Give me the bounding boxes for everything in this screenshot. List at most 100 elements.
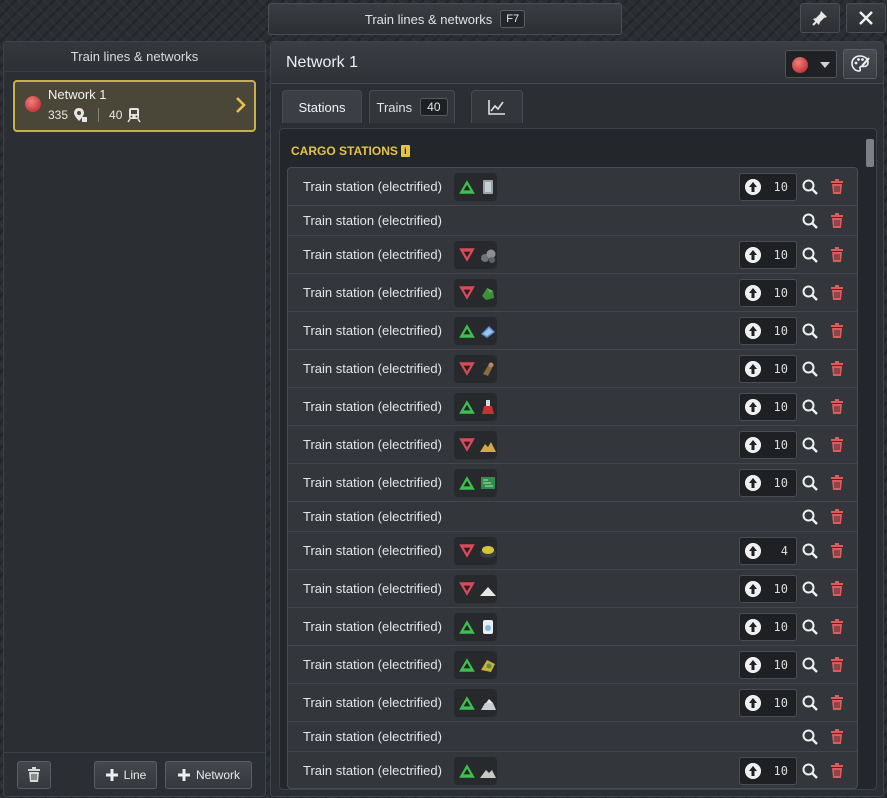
- demand-arrow-icon: [459, 438, 475, 452]
- delete-station-button[interactable]: [827, 321, 847, 341]
- station-row[interactable]: Train station (electrified) 10: [288, 312, 857, 350]
- locate-button[interactable]: [800, 617, 820, 637]
- priority-stepper[interactable]: 10: [739, 757, 797, 785]
- station-row[interactable]: Train station (electrified) 10: [288, 236, 857, 274]
- station-row[interactable]: Train station (electrified) 10: [288, 570, 857, 608]
- delete-station-button[interactable]: [827, 397, 847, 417]
- priority-stepper[interactable]: 10: [739, 651, 797, 679]
- priority-stepper[interactable]: 10: [739, 173, 797, 201]
- delete-station-button[interactable]: [827, 507, 847, 527]
- priority-stepper[interactable]: 10: [739, 469, 797, 497]
- tab-statistics[interactable]: [471, 90, 523, 123]
- add-network-button[interactable]: Network: [165, 761, 252, 789]
- tab-trains[interactable]: Trains 40: [369, 90, 455, 123]
- stations-scrollbar[interactable]: [866, 139, 874, 167]
- arrow-up-icon[interactable]: [745, 475, 761, 491]
- locate-button[interactable]: [800, 397, 820, 417]
- station-row[interactable]: Train station (electrified) 10: [288, 274, 857, 312]
- arrow-up-icon[interactable]: [745, 657, 761, 673]
- locate-button[interactable]: [800, 507, 820, 527]
- station-row[interactable]: Train station (electrified) 4: [288, 532, 857, 570]
- priority-stepper[interactable]: 10: [739, 241, 797, 269]
- station-row[interactable]: Train station (electrified) 10: [288, 168, 857, 206]
- priority-value: 10: [773, 286, 788, 300]
- priority-value: 10: [773, 764, 788, 778]
- station-row[interactable]: Train station (electrified) 10: [288, 426, 857, 464]
- station-row[interactable]: Train station (electrified) 10: [288, 684, 857, 722]
- delete-station-button[interactable]: [827, 359, 847, 379]
- locate-button[interactable]: [800, 435, 820, 455]
- station-row[interactable]: Train station (electrified) 10: [288, 752, 857, 789]
- trash-icon: [831, 543, 843, 558]
- arrow-up-icon[interactable]: [745, 763, 761, 779]
- locate-button[interactable]: [800, 579, 820, 599]
- priority-stepper[interactable]: 10: [739, 431, 797, 459]
- add-line-button[interactable]: Line: [94, 761, 157, 789]
- delete-network-button[interactable]: [17, 761, 51, 789]
- locate-button[interactable]: [800, 245, 820, 265]
- priority-stepper[interactable]: 10: [739, 317, 797, 345]
- station-row[interactable]: Train station (electrified): [288, 206, 857, 236]
- locate-button[interactable]: [800, 321, 820, 341]
- locate-button[interactable]: [800, 211, 820, 231]
- station-row[interactable]: Train station (electrified) 10: [288, 646, 857, 684]
- arrow-up-icon[interactable]: [745, 619, 761, 635]
- locate-button[interactable]: [800, 693, 820, 713]
- station-row[interactable]: Train station (electrified): [288, 722, 857, 752]
- arrow-up-icon[interactable]: [745, 247, 761, 263]
- locate-button[interactable]: [800, 541, 820, 561]
- arrow-up-icon[interactable]: [745, 179, 761, 195]
- paint-button[interactable]: [843, 49, 877, 79]
- stats-divider: [98, 108, 100, 122]
- info-icon[interactable]: i: [400, 145, 410, 157]
- delete-station-button[interactable]: [827, 541, 847, 561]
- network-list-item[interactable]: Network 1 335 40: [13, 80, 256, 132]
- priority-stepper[interactable]: 10: [739, 355, 797, 383]
- delete-station-button[interactable]: [827, 245, 847, 265]
- delete-station-button[interactable]: [827, 693, 847, 713]
- locate-button[interactable]: [800, 473, 820, 493]
- delete-station-button[interactable]: [827, 579, 847, 599]
- tab-stations[interactable]: Stations: [282, 90, 362, 123]
- close-button[interactable]: [846, 3, 886, 33]
- priority-stepper[interactable]: 10: [739, 613, 797, 641]
- trash-icon: [831, 323, 843, 338]
- locate-button[interactable]: [800, 359, 820, 379]
- priority-stepper[interactable]: 10: [739, 393, 797, 421]
- arrow-up-icon[interactable]: [745, 543, 761, 559]
- delete-station-button[interactable]: [827, 617, 847, 637]
- delete-station-button[interactable]: [827, 473, 847, 493]
- priority-value: 10: [773, 620, 788, 634]
- delete-station-button[interactable]: [827, 655, 847, 675]
- locate-button[interactable]: [800, 761, 820, 781]
- delete-station-button[interactable]: [827, 761, 847, 781]
- arrow-up-icon[interactable]: [745, 361, 761, 377]
- priority-stepper[interactable]: 10: [739, 689, 797, 717]
- delete-station-button[interactable]: [827, 177, 847, 197]
- pin-button[interactable]: [800, 3, 840, 33]
- station-row[interactable]: Train station (electrified) 10: [288, 608, 857, 646]
- arrow-up-icon[interactable]: [745, 581, 761, 597]
- line-color-dropdown[interactable]: [785, 50, 837, 78]
- delete-station-button[interactable]: [827, 435, 847, 455]
- arrow-up-icon[interactable]: [745, 285, 761, 301]
- arrow-up-icon[interactable]: [745, 323, 761, 339]
- station-row[interactable]: Train station (electrified) 10: [288, 388, 857, 426]
- delete-station-button[interactable]: [827, 727, 847, 747]
- arrow-up-icon[interactable]: [745, 399, 761, 415]
- locate-button[interactable]: [800, 177, 820, 197]
- station-row[interactable]: Train station (electrified): [288, 502, 857, 532]
- priority-stepper[interactable]: 10: [739, 279, 797, 307]
- locate-button[interactable]: [800, 283, 820, 303]
- priority-stepper[interactable]: 10: [739, 575, 797, 603]
- locate-button[interactable]: [800, 727, 820, 747]
- priority-stepper[interactable]: 4: [739, 537, 797, 565]
- station-row[interactable]: Train station (electrified) 10: [288, 350, 857, 388]
- arrow-up-icon[interactable]: [745, 695, 761, 711]
- delete-station-button[interactable]: [827, 211, 847, 231]
- station-row[interactable]: Train station (electrified) 10: [288, 464, 857, 502]
- arrow-up-icon[interactable]: [745, 437, 761, 453]
- delete-station-button[interactable]: [827, 283, 847, 303]
- locate-button[interactable]: [800, 655, 820, 675]
- trash-icon: [831, 619, 843, 634]
